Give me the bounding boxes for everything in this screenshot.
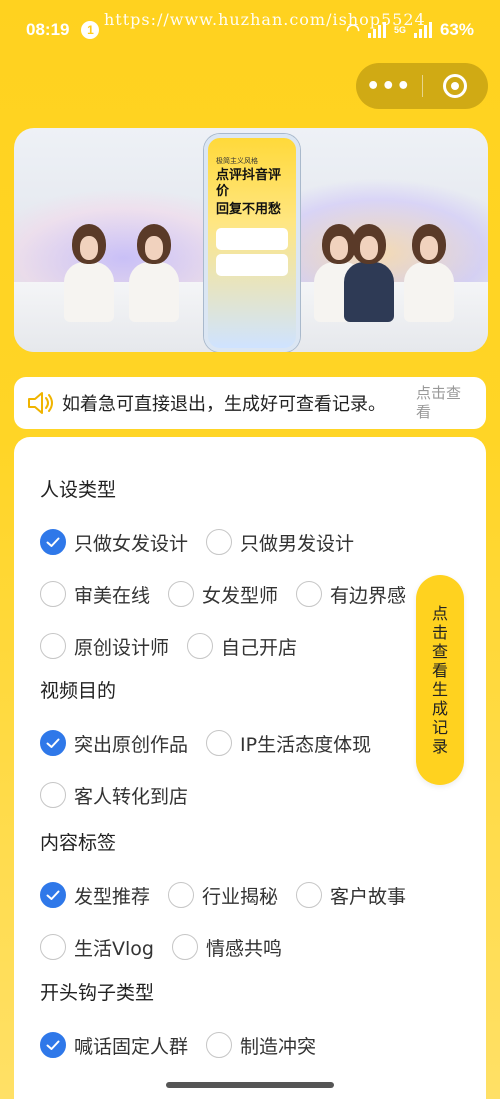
radio-icon[interactable] (40, 782, 66, 808)
radio-label: 情感共鸣 (205, 937, 282, 960)
banner-person (404, 224, 454, 322)
radio-icon[interactable] (40, 581, 66, 607)
close-miniprogram-button[interactable] (423, 74, 489, 98)
radio-option[interactable]: 有边界感 (296, 581, 406, 608)
option-row: 生活Vlog 情感共鸣 (40, 932, 424, 962)
target-close-icon (443, 74, 468, 98)
view-records-link[interactable]: 点击查看 (416, 384, 474, 422)
radio-label: 只做女发设计 (74, 532, 189, 555)
radio-icon[interactable] (168, 882, 195, 908)
phone-small-text: 极简主义风格 (216, 157, 258, 165)
radio-icon[interactable] (40, 633, 66, 659)
phone-headline: 点评抖音评价 (216, 168, 282, 199)
radio-icon[interactable] (296, 882, 323, 908)
radio-option[interactable]: 客户故事 (296, 882, 406, 909)
notification-badge: 1 (81, 21, 100, 39)
radio-label: 女发型师 (202, 584, 279, 607)
form-section: 开头钩子类型喊话固定人群 制造冲突 (40, 978, 334, 1060)
speaker-icon (26, 390, 56, 416)
radio-option[interactable]: 只做女发设计 (40, 529, 188, 556)
radio-option[interactable]: 生活Vlog (40, 934, 154, 961)
radio-option[interactable]: 只做男发设计 (206, 529, 354, 556)
radio-icon[interactable] (168, 581, 195, 607)
checked-radio-icon[interactable] (40, 730, 66, 756)
option-row: 突出原创作品 IP生活态度体现 (40, 728, 389, 758)
radio-option[interactable]: 审美在线 (40, 581, 150, 608)
banner-person (344, 224, 394, 322)
radio-icon[interactable] (206, 730, 233, 756)
more-menu-button[interactable]: ••• (356, 74, 422, 99)
radio-label: 审美在线 (74, 584, 151, 607)
option-row: 客人转化到店 (40, 780, 389, 810)
battery-level: 63% (439, 20, 474, 39)
watermark-text: https://www.huzhan.com/ishop5524 (104, 10, 426, 29)
radio-icon[interactable] (296, 581, 323, 607)
option-row: 喊话固定人群 制造冲突 (40, 1030, 334, 1060)
radio-option[interactable]: 客人转化到店 (40, 782, 188, 809)
section-title: 内容标签 (40, 832, 117, 854)
checked-radio-icon[interactable] (40, 1032, 66, 1058)
banner-phone-mockup: 极简主义风格 点评抖音评价 回复不用愁 (204, 134, 300, 352)
radio-label: 喊话固定人群 (74, 1035, 189, 1058)
banner-person (64, 224, 114, 322)
radio-label: 自己开店 (221, 636, 298, 659)
radio-icon[interactable] (206, 529, 233, 555)
section-title: 人设类型 (40, 479, 117, 501)
hero-banner[interactable]: 极简主义风格 点评抖音评价 回复不用愁 (14, 128, 488, 352)
status-bar: 08:19 1 ◠ 5G 63% (0, 0, 500, 60)
radio-icon[interactable] (171, 934, 198, 960)
radio-icon[interactable] (206, 1032, 233, 1058)
radio-option[interactable]: 突出原创作品 (40, 730, 188, 757)
radio-option[interactable]: 女发型师 (168, 581, 278, 608)
home-indicator (166, 1082, 334, 1088)
notice-message: 如着急可直接退出，生成好可查看记录。 (62, 394, 386, 415)
radio-option[interactable]: 情感共鸣 (171, 934, 282, 961)
phone-card (216, 254, 288, 276)
radio-label: 生活Vlog (74, 937, 154, 960)
form-section: 内容标签发型推荐 行业揭秘 客户故事生活Vlog 情感共鸣 (40, 828, 424, 962)
phone-headline: 回复不用愁 (216, 202, 282, 217)
radio-label: 制造冲突 (240, 1035, 317, 1058)
radio-option[interactable]: 喊话固定人群 (40, 1032, 188, 1059)
radio-label: 行业揭秘 (202, 885, 279, 908)
checked-radio-icon[interactable] (40, 529, 66, 555)
radio-label: IP生活态度体现 (240, 733, 372, 756)
radio-label: 只做男发设计 (240, 532, 355, 555)
radio-option[interactable]: 发型推荐 (40, 882, 150, 909)
radio-label: 客户故事 (330, 885, 407, 908)
option-row: 原创设计师 自己开店 (40, 631, 424, 661)
notice-bar: 如着急可直接退出，生成好可查看记录。 点击查看 (14, 377, 486, 429)
form-section: 视频目的突出原创作品 IP生活态度体现客人转化到店 (40, 676, 389, 810)
option-row: 审美在线 女发型师 有边界感 (40, 579, 424, 609)
radio-label: 发型推荐 (74, 885, 151, 908)
radio-option[interactable]: IP生活态度体现 (206, 730, 371, 757)
miniprogram-capsule: ••• (356, 63, 488, 109)
section-title: 开头钩子类型 (40, 982, 155, 1004)
radio-icon[interactable] (40, 934, 66, 960)
radio-label: 原创设计师 (74, 636, 170, 659)
option-row: 只做女发设计 只做男发设计 (40, 527, 424, 557)
status-time: 08:19 (26, 20, 70, 39)
radio-option[interactable]: 制造冲突 (206, 1032, 316, 1059)
phone-card (216, 228, 288, 250)
radio-option[interactable]: 原创设计师 (40, 633, 169, 660)
banner-person (129, 224, 179, 322)
form-section: 人设类型只做女发设计 只做男发设计审美在线 女发型师 有边界感原创设计师 自己开店 (40, 475, 424, 661)
radio-option[interactable]: 行业揭秘 (168, 882, 278, 909)
radio-label: 突出原创作品 (74, 733, 189, 756)
radio-icon[interactable] (187, 633, 214, 659)
option-row: 发型推荐 行业揭秘 客户故事 (40, 880, 424, 910)
radio-option[interactable]: 自己开店 (187, 633, 297, 660)
radio-label: 有边界感 (330, 584, 407, 607)
view-generation-records-button[interactable]: 点击查看生成记录 (416, 575, 464, 785)
checked-radio-icon[interactable] (40, 882, 66, 908)
radio-label: 客人转化到店 (74, 785, 189, 808)
section-title: 视频目的 (40, 680, 117, 702)
